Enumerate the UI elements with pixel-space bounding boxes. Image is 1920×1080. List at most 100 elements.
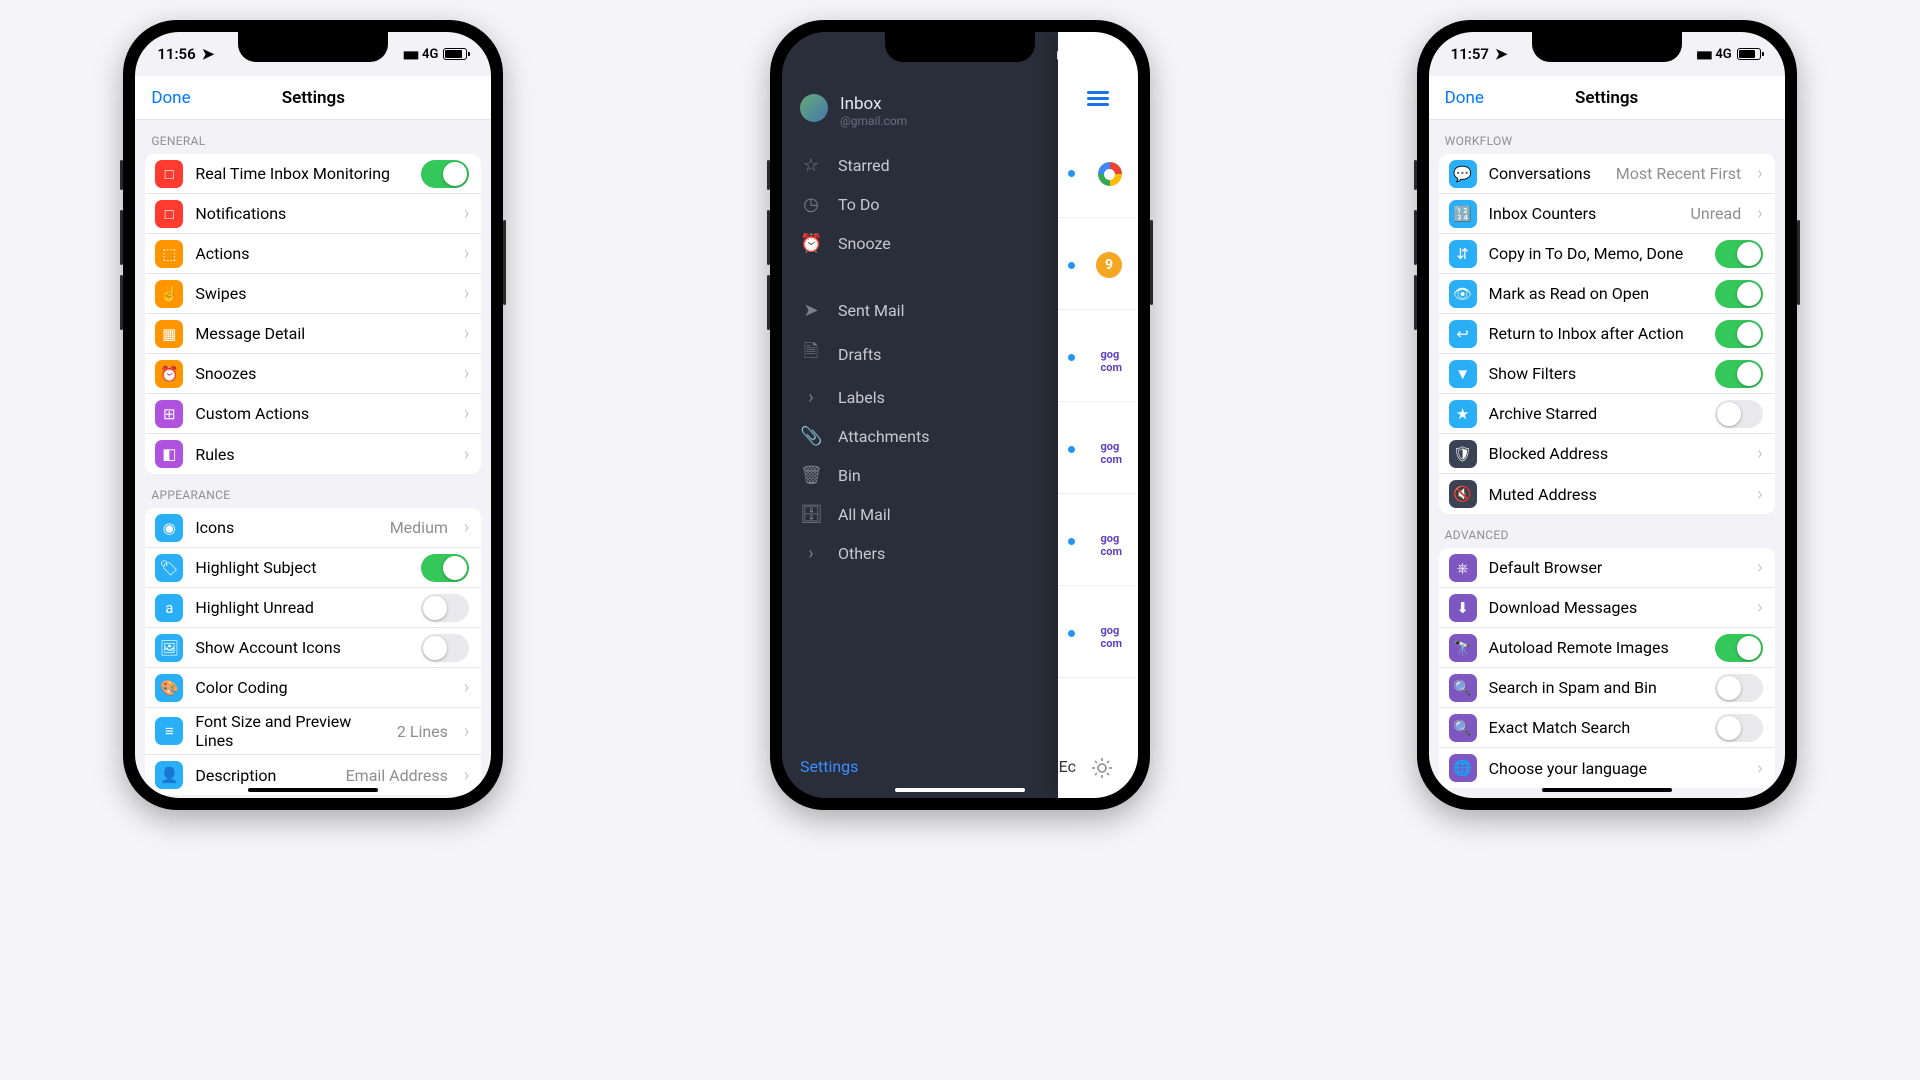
returninbox-icon: ↩ xyxy=(1449,320,1477,348)
peek-row[interactable]: gog com xyxy=(1058,494,1138,586)
settings-row-filters[interactable]: ▼Show Filters xyxy=(1439,354,1775,394)
drawer-item-todo[interactable]: ◷To Do xyxy=(782,185,1057,224)
section-advanced-header: ADVANCED xyxy=(1429,514,1785,548)
settings-row-muted[interactable]: 🔇Muted Address› xyxy=(1439,474,1775,514)
settings-row-swipes[interactable]: ☝Swipes› xyxy=(145,274,481,314)
drawer-account[interactable]: Inbox @gmail.com xyxy=(782,86,1057,146)
accicons-toggle[interactable] xyxy=(421,634,469,662)
drawer-item-others[interactable]: ›Others xyxy=(782,534,1057,573)
drawer-item-label: Starred xyxy=(838,156,890,175)
colorcoding-icon: 🎨 xyxy=(155,674,183,702)
side-drawer[interactable]: Inbox @gmail.com ☆Starred◷To Do⏰Snooze ➤… xyxy=(782,32,1057,798)
drawer-item-sent[interactable]: ➤Sent Mail xyxy=(782,291,1057,330)
page-title: Settings xyxy=(1575,88,1638,108)
drawer-item-attachments[interactable]: 📎Attachments xyxy=(782,417,1057,456)
done-button[interactable]: Done xyxy=(151,88,190,108)
peek-row[interactable]: 9 xyxy=(1058,218,1138,310)
settings-row-icons[interactable]: ◉IconsMedium› xyxy=(145,508,481,548)
drawer-item-bin[interactable]: 🗑Bin xyxy=(782,456,1057,495)
drawer-settings-link[interactable]: Settings xyxy=(800,757,858,776)
settings-scroll[interactable]: GENERAL □Real Time Inbox Monitoring□Noti… xyxy=(135,120,491,798)
settings-row-rules[interactable]: ◧Rules› xyxy=(145,434,481,474)
accicons-icon: 🖼 xyxy=(155,634,183,662)
returninbox-toggle[interactable] xyxy=(1715,320,1763,348)
peek-row[interactable]: gog com xyxy=(1058,402,1138,494)
fontsize-icon: ≡ xyxy=(155,717,183,745)
settings-row-searchspam[interactable]: 🔍Search in Spam and Bin xyxy=(1439,668,1775,708)
row-label: Real Time Inbox Monitoring xyxy=(195,164,409,183)
labels-icon: › xyxy=(800,387,822,408)
row-label: Copy in To Do, Memo, Done xyxy=(1489,244,1703,263)
row-value: Most Recent First xyxy=(1616,164,1741,183)
settings-row-download[interactable]: ⬇Download Messages› xyxy=(1439,588,1775,628)
drawer-item-starred[interactable]: ☆Starred xyxy=(782,146,1057,185)
settings-row-accicons[interactable]: 🖼Show Account Icons xyxy=(145,628,481,668)
done-button[interactable]: Done xyxy=(1445,88,1484,108)
row-value: 2 Lines xyxy=(397,722,448,741)
autoload-toggle[interactable] xyxy=(1715,634,1763,662)
settings-row-conversations[interactable]: 💬ConversationsMost Recent First› xyxy=(1439,154,1775,194)
settings-group-appearance: ◉IconsMedium›🏷Highlight SubjectaHighligh… xyxy=(145,508,481,795)
exactmatch-toggle[interactable] xyxy=(1715,714,1763,742)
settings-row-hlunread[interactable]: aHighlight Unread xyxy=(145,588,481,628)
settings-row-snoozes[interactable]: ⏰Snoozes› xyxy=(145,354,481,394)
home-indicator[interactable] xyxy=(248,788,378,792)
settings-row-hlsubject[interactable]: 🏷Highlight Subject xyxy=(145,548,481,588)
settings-row-fontsize[interactable]: ≡Font Size and Preview Lines2 Lines› xyxy=(145,708,481,755)
peek-row[interactable]: gog com xyxy=(1058,586,1138,678)
row-label: Exact Match Search xyxy=(1489,718,1703,737)
markread-toggle[interactable] xyxy=(1715,280,1763,308)
theme-sun-icon[interactable] xyxy=(1090,756,1114,780)
unread-dot-icon xyxy=(1068,262,1075,269)
settings-row-counters[interactable]: 🔢Inbox CountersUnread› xyxy=(1439,194,1775,234)
chevron-right-icon: › xyxy=(1757,597,1762,618)
copyin-toggle[interactable] xyxy=(1715,240,1763,268)
home-indicator[interactable] xyxy=(895,788,1025,792)
settings-row-exactmatch[interactable]: 🔍Exact Match Search xyxy=(1439,708,1775,748)
searchspam-toggle[interactable] xyxy=(1715,674,1763,702)
markread-icon: 👁 xyxy=(1449,280,1477,308)
settings-row-copyin[interactable]: ⇵Copy in To Do, Memo, Done xyxy=(1439,234,1775,274)
settings-row-blocked[interactable]: 🛡Blocked Address› xyxy=(1439,434,1775,474)
others-icon: › xyxy=(800,543,822,564)
chevron-right-icon: › xyxy=(464,403,469,424)
row-label: Show Filters xyxy=(1489,364,1703,383)
edit-button-partial[interactable]: Ec xyxy=(1059,757,1076,776)
row-label: Autoload Remote Images xyxy=(1489,638,1703,657)
inbox-peek[interactable]: 9 gog com gog com gog com gog com xyxy=(1058,32,1138,798)
settings-row-notifications[interactable]: □Notifications› xyxy=(145,194,481,234)
row-label: Actions xyxy=(195,244,448,263)
settings-row-browser[interactable]: ⎈Default Browser› xyxy=(1439,548,1775,588)
hlunread-toggle[interactable] xyxy=(421,594,469,622)
filters-toggle[interactable] xyxy=(1715,360,1763,388)
settings-row-archivestar[interactable]: ★Archive Starred xyxy=(1439,394,1775,434)
home-indicator[interactable] xyxy=(1542,788,1672,792)
peek-row[interactable] xyxy=(1058,126,1138,218)
drawer-item-label: Attachments xyxy=(838,427,930,446)
avatar xyxy=(800,94,828,122)
settings-row-markread[interactable]: 👁Mark as Read on Open xyxy=(1439,274,1775,314)
hamburger-icon[interactable] xyxy=(1087,88,1109,109)
settings-row-language[interactable]: 🌐Choose your language› xyxy=(1439,748,1775,788)
drawer-item-labels[interactable]: ›Labels xyxy=(782,378,1057,417)
chevron-right-icon: › xyxy=(1757,758,1762,779)
settings-row-msgdetail[interactable]: ▦Message Detail› xyxy=(145,314,481,354)
peek-row[interactable]: gog com xyxy=(1058,310,1138,402)
archivestar-toggle[interactable] xyxy=(1715,400,1763,428)
settings-row-colorcoding[interactable]: 🎨Color Coding› xyxy=(145,668,481,708)
drawer-item-label: Bin xyxy=(838,466,861,485)
drawer-item-snooze[interactable]: ⏰Snooze xyxy=(782,224,1057,263)
drawer-item-drafts[interactable]: 🗎Drafts xyxy=(782,330,1057,378)
realtime-toggle[interactable] xyxy=(421,160,469,188)
settings-row-actions[interactable]: ⬚Actions› xyxy=(145,234,481,274)
settings-row-realtime[interactable]: □Real Time Inbox Monitoring xyxy=(145,154,481,194)
chevron-right-icon: › xyxy=(464,243,469,264)
hlsubject-toggle[interactable] xyxy=(421,554,469,582)
settings-row-returninbox[interactable]: ↩Return to Inbox after Action xyxy=(1439,314,1775,354)
drawer-item-allmail[interactable]: 🗄All Mail xyxy=(782,495,1057,534)
settings-row-autoload[interactable]: 🔭Autoload Remote Images xyxy=(1439,628,1775,668)
settings-row-custom[interactable]: ⊞Custom Actions› xyxy=(145,394,481,434)
battery-icon xyxy=(443,48,467,60)
nav-header: Done Settings xyxy=(135,76,491,120)
settings-scroll[interactable]: WORKFLOW 💬ConversationsMost Recent First… xyxy=(1429,120,1785,798)
